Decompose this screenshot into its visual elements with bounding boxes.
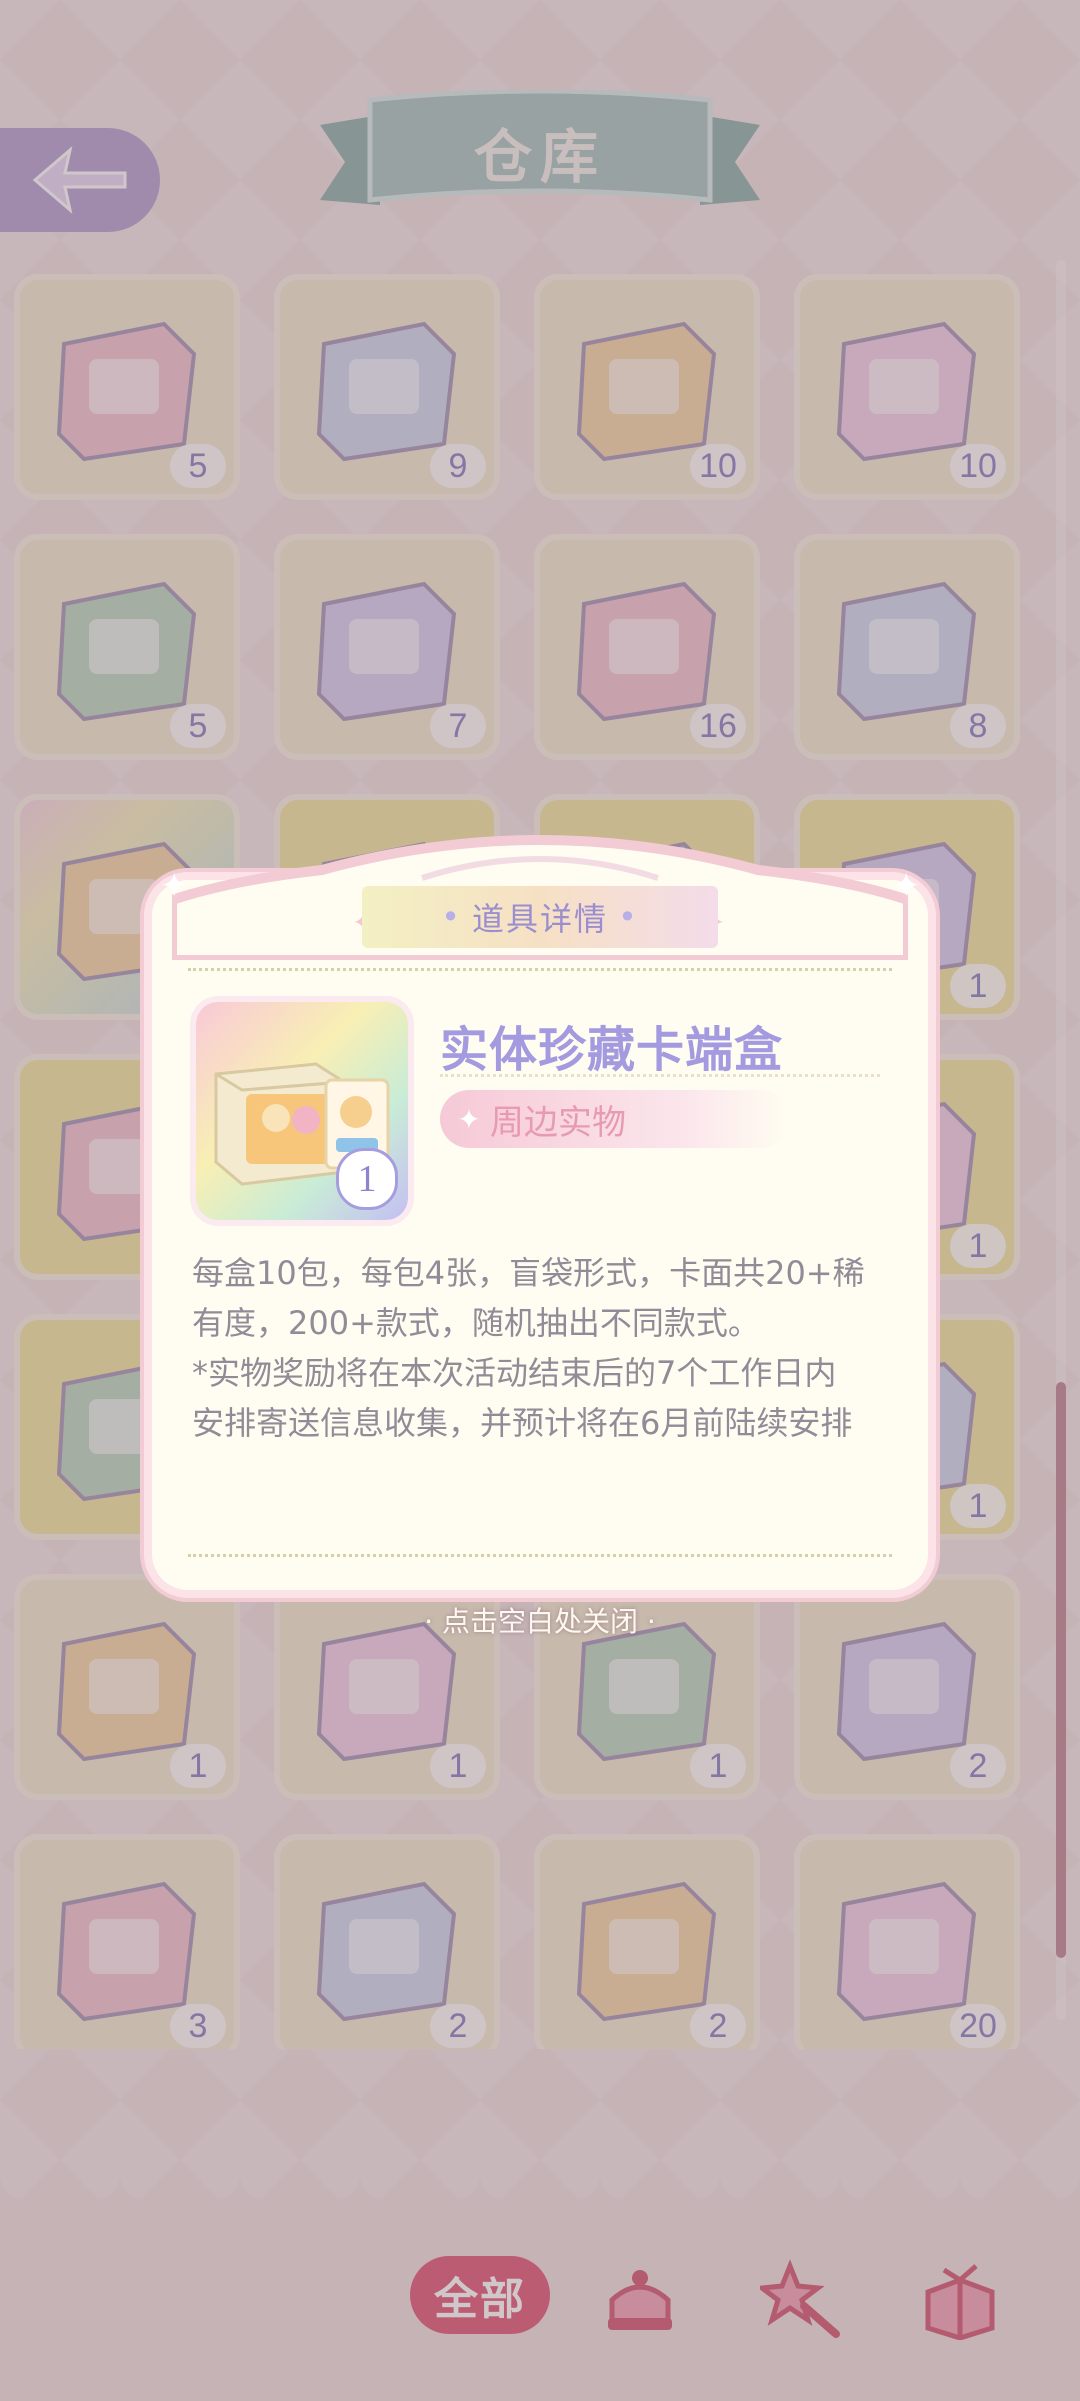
category-tag: ✦ 周边实物 — [440, 1090, 790, 1148]
divider — [188, 1554, 892, 1557]
close-hint: · 点击空白处关闭 · — [424, 1605, 656, 1638]
description-line: *实物奖励将在本次活动结束后的7个工作日内 — [192, 1354, 837, 1392]
description-line: 安排寄送信息收集，并预计将在6月前陆续安排 — [192, 1404, 853, 1442]
modal-title-banner: • 道具详情 • — [362, 886, 718, 948]
description-line: 每盒10包，每包4张，盲袋形式，卡面共20+稀 — [192, 1254, 865, 1292]
description-line: 有度，200+款式，随机抽出不同款式。 — [192, 1304, 760, 1342]
item-name: 实体珍藏卡端盒 — [440, 1022, 784, 1078]
star-icon: ✦ — [457, 1102, 481, 1136]
divider — [440, 1074, 880, 1077]
item-detail-modal: ✦ ✦ ✦ ✦ • 道具详情 • 1 实体珍藏卡端盒 ✦ 周边实物 每盒10包，… — [152, 820, 928, 1590]
item-description: 每盒10包，每包4张，盲袋形式，卡面共20+稀 有度，200+款式，随机抽出不同… — [192, 1248, 892, 1448]
modal-title: 道具详情 — [471, 900, 608, 938]
divider — [188, 968, 892, 971]
category-tag-label: 周边实物 — [490, 1102, 626, 1143]
item-thumbnail: 1 — [196, 1002, 408, 1220]
sparkle-icon: ✦ — [892, 866, 921, 906]
item-count: 1 — [336, 1148, 398, 1210]
sparkle-icon: ✦ — [160, 866, 189, 906]
modal-card — [152, 880, 928, 1590]
